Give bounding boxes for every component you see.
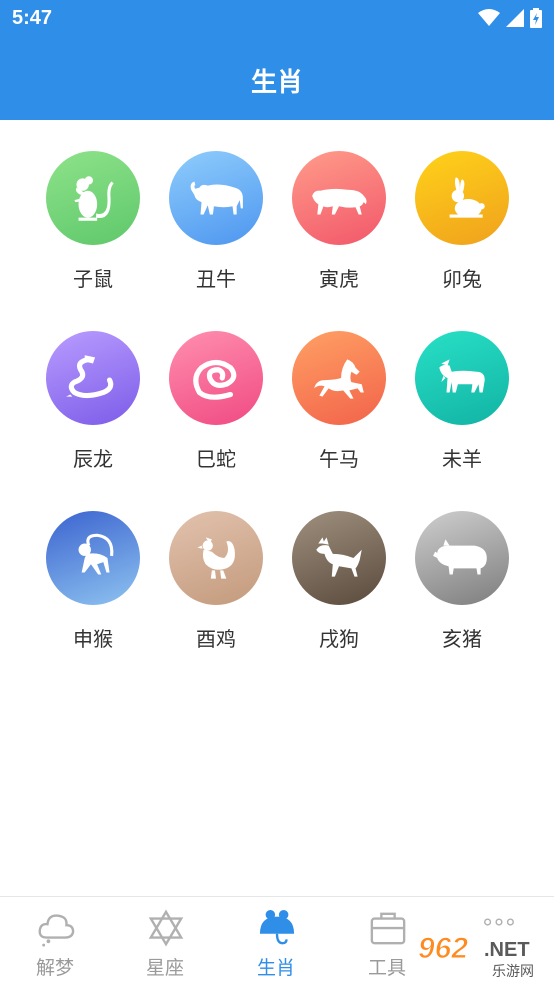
zodiac-circle — [415, 151, 509, 245]
zodiac-item-pig[interactable]: 亥猪 — [396, 480, 526, 651]
zodiac-label: 亥猪 — [442, 627, 482, 651]
zodiac-item-ox[interactable]: 丑牛 — [150, 120, 280, 291]
zodiac-circle — [46, 151, 140, 245]
zodiac-item-snake[interactable]: 巳蛇 — [150, 300, 280, 471]
tab-label: 解梦 — [35, 957, 74, 979]
zodiac-label: 午马 — [319, 447, 359, 471]
page-title: 生肖 — [250, 68, 303, 98]
zodiac-circle — [292, 511, 386, 605]
ox-icon — [190, 181, 243, 215]
zodiac-circle — [415, 331, 509, 425]
tab-zodiac[interactable]: 生肖 — [221, 897, 331, 985]
status-icons — [478, 8, 542, 28]
zodiac-item-goat[interactable]: 未羊 — [396, 300, 526, 471]
zodiac-item-horse[interactable]: 午马 — [273, 300, 403, 471]
dog-icon — [316, 537, 362, 577]
toolbox-icon — [370, 912, 406, 945]
horse-icon — [314, 359, 364, 399]
app-header: 5:47 生肖 — [0, 0, 554, 120]
zodiac-label: 寅虎 — [319, 267, 359, 291]
snake-icon — [193, 359, 237, 400]
zodiac-circle — [46, 331, 140, 425]
zodiac-item-rat[interactable]: 子鼠 — [27, 120, 157, 291]
tab-dream[interactable]: 解梦 — [0, 897, 110, 985]
zodiac-label: 戌狗 — [319, 627, 359, 651]
bottom-tab-bar: 解梦 星座 生肖 工具 962 .NET 乐游网 — [0, 896, 554, 984]
status-bar: 5:47 — [0, 0, 554, 38]
rat-icon — [74, 176, 114, 221]
battery-icon — [530, 8, 542, 28]
svg-text:.NET: .NET — [484, 939, 530, 961]
zodiac-label: 未羊 — [442, 447, 482, 471]
wifi-icon — [478, 9, 500, 26]
zodiac-label: 丑牛 — [196, 267, 236, 291]
zodiac-circle — [292, 331, 386, 425]
zodiac-item-dog[interactable]: 戌狗 — [273, 480, 403, 651]
zodiac-circle — [292, 151, 386, 245]
zodiac-label: 子鼠 — [73, 267, 113, 291]
svg-text:乐游网: 乐游网 — [492, 964, 534, 980]
monkey-icon — [78, 533, 114, 575]
tab-label: 生肖 — [256, 957, 295, 979]
zodiac-item-rooster[interactable]: 酉鸡 — [150, 480, 280, 651]
watermark-logo: 962 .NET 乐游网 — [416, 928, 548, 981]
zodiac-circle — [169, 511, 263, 605]
zodiac-item-tiger[interactable]: 寅虎 — [273, 120, 403, 291]
signal-icon — [506, 9, 524, 27]
pig-icon — [433, 539, 487, 575]
zodiac-item-rabbit[interactable]: 卯兔 — [396, 120, 526, 291]
zodiac-label: 巳蛇 — [196, 447, 236, 471]
goat-icon — [439, 359, 485, 393]
svg-text:962: 962 — [418, 932, 468, 965]
rooster-icon — [197, 537, 235, 579]
zodiac-circle — [169, 331, 263, 425]
zodiac-item-monkey[interactable]: 申猴 — [27, 480, 157, 651]
zodiac-label: 辰龙 — [73, 447, 113, 471]
cloud-icon — [38, 914, 75, 947]
tiger-icon — [312, 188, 367, 215]
zodiac-label: 卯兔 — [442, 267, 482, 291]
tab-constellation[interactable]: 星座 — [110, 897, 220, 985]
star-of-david-icon — [148, 909, 184, 947]
zodiac-item-dragon[interactable]: 辰龙 — [27, 300, 157, 471]
zodiac-circle — [46, 511, 140, 605]
rabbit-icon — [449, 177, 485, 218]
dragon-icon — [66, 355, 114, 399]
zodiac-circle — [415, 511, 509, 605]
mouse-icon — [259, 909, 295, 945]
zodiac-label: 申猴 — [73, 627, 113, 651]
zodiac-circle — [169, 151, 263, 245]
zodiac-label: 酉鸡 — [196, 627, 236, 651]
tab-label: 星座 — [145, 957, 184, 979]
status-time: 5:47 — [12, 7, 53, 29]
